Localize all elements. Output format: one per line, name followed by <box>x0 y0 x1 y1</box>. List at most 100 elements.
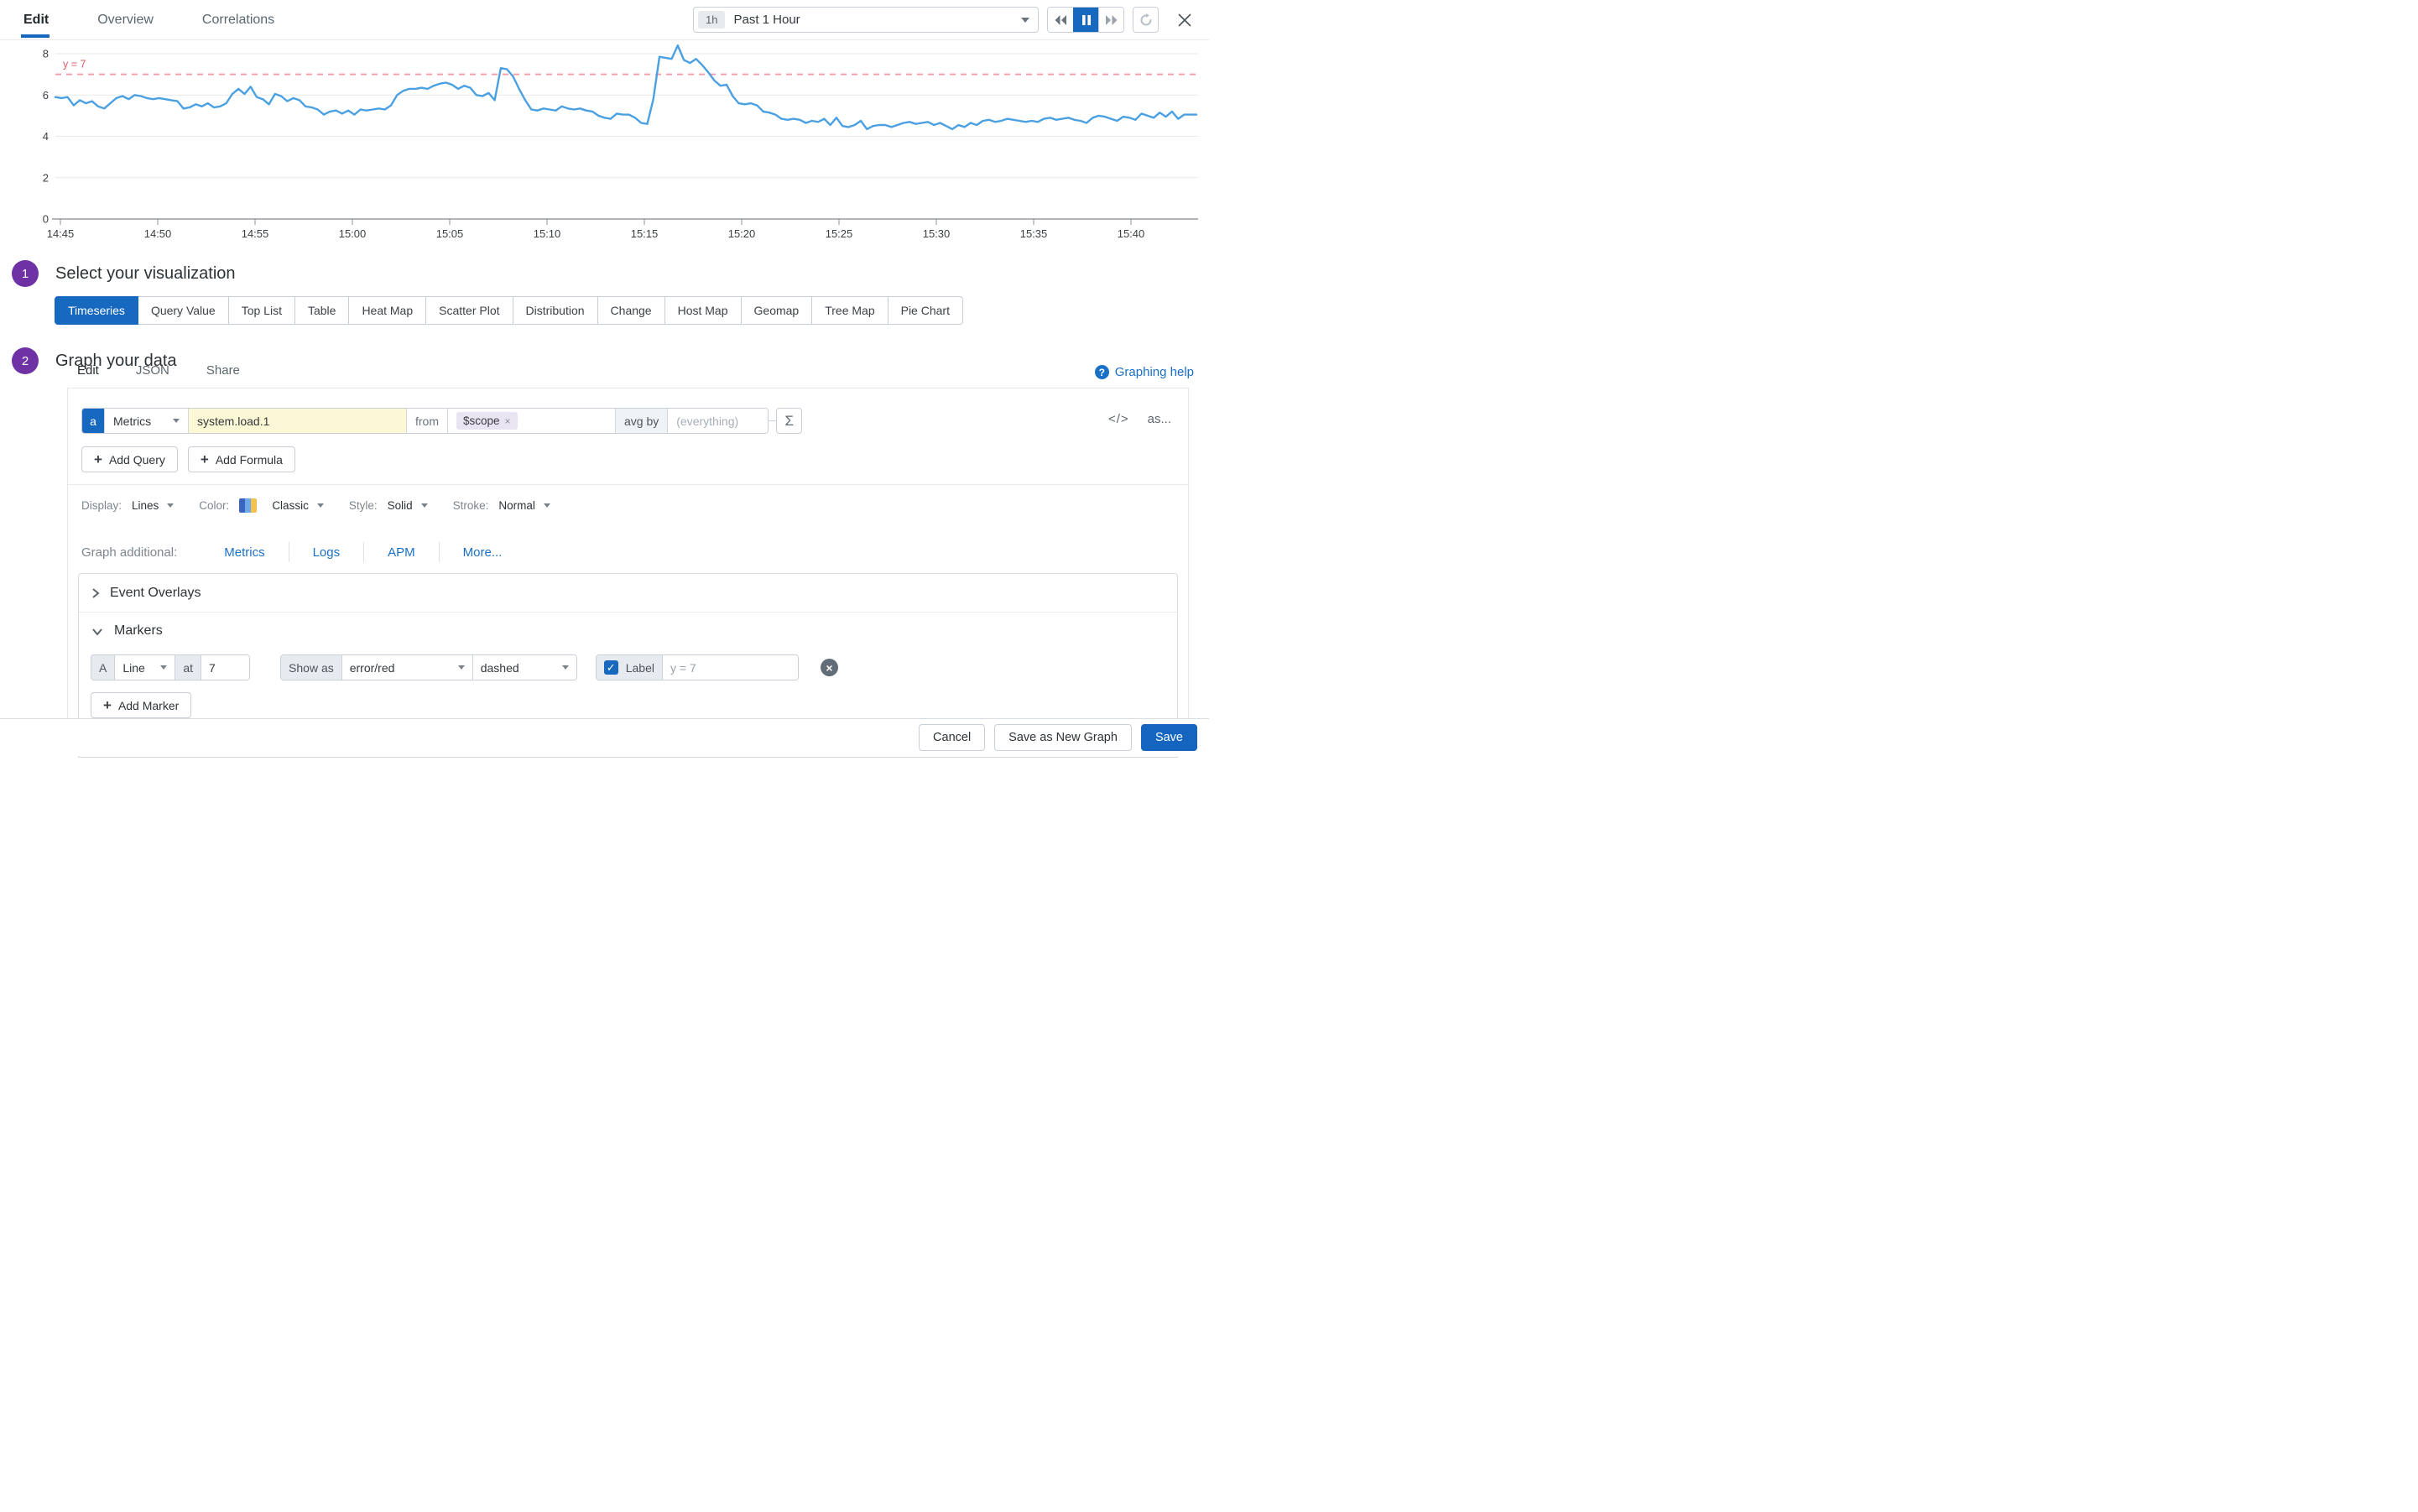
query-row: a Metrics system.load.1 from $scope × av… <box>81 408 802 434</box>
graph-additional-link-metrics[interactable]: Metrics <box>201 545 288 560</box>
markers-toggle[interactable]: Markers <box>79 613 1177 649</box>
query-source-select[interactable]: Metrics <box>104 409 188 433</box>
add-marker-label: Add Marker <box>118 699 179 712</box>
graphing-help-label: Graphing help <box>1115 365 1194 379</box>
event-overlays-toggle[interactable]: Event Overlays <box>79 574 1177 613</box>
marker-dash-select[interactable]: dashed <box>472 655 576 680</box>
editor-tab-share[interactable]: Share <box>206 363 240 381</box>
close-button[interactable] <box>1172 7 1197 33</box>
marker-severity-select[interactable]: error/red <box>341 655 472 680</box>
step1-header: 1 Select your visualization <box>12 260 236 287</box>
viz-option-table[interactable]: Table <box>295 296 349 325</box>
stroke-select[interactable]: Normal <box>498 499 550 512</box>
editor-tab-json[interactable]: JSON <box>136 363 169 381</box>
svg-text:15:20: 15:20 <box>728 227 756 240</box>
scope-chip-label: $scope <box>463 414 500 427</box>
from-label: from <box>406 409 447 433</box>
color-value: Classic <box>272 499 309 512</box>
style-label: Style: <box>349 499 378 512</box>
svg-text:15:15: 15:15 <box>631 227 659 240</box>
chevron-down-icon <box>544 503 550 508</box>
refresh-button[interactable] <box>1133 7 1159 33</box>
svg-text:8: 8 <box>43 48 49 60</box>
chevron-down-icon <box>91 627 104 636</box>
marker-label-input[interactable]: y = 7 <box>662 655 798 680</box>
color-select[interactable]: Classic <box>239 498 324 513</box>
scope-chip: $scope × <box>456 412 518 430</box>
main-tab-overview[interactable]: Overview <box>97 0 154 39</box>
svg-text:0: 0 <box>43 213 49 226</box>
graph-additional-link-more[interactable]: More... <box>440 545 526 560</box>
add-query-label: Add Query <box>109 453 165 467</box>
playback-controls <box>1047 7 1124 33</box>
pause-button[interactable] <box>1073 8 1098 32</box>
add-buttons: + Add Query + Add Formula <box>81 446 295 472</box>
time-range-selector[interactable]: 1h Past 1 Hour <box>693 7 1039 33</box>
viz-option-heat-map[interactable]: Heat Map <box>349 296 426 325</box>
step1-badge: 1 <box>12 260 39 287</box>
editor-panel: a Metrics system.load.1 from $scope × av… <box>67 388 1189 756</box>
add-formula-button[interactable]: + Add Formula <box>188 446 295 472</box>
sigma-button[interactable]: Σ <box>776 408 802 434</box>
viz-option-change[interactable]: Change <box>598 296 665 325</box>
viz-option-distribution[interactable]: Distribution <box>513 296 598 325</box>
as-button[interactable]: as... <box>1148 412 1171 426</box>
marker-type-value: Line <box>122 661 144 675</box>
graphing-help-link[interactable]: ?Graphing help <box>1095 365 1194 379</box>
remove-scope-icon[interactable]: × <box>505 415 511 427</box>
svg-text:15:10: 15:10 <box>534 227 561 240</box>
skip-back-button[interactable] <box>1048 8 1073 32</box>
viz-option-scatter-plot[interactable]: Scatter Plot <box>426 296 513 325</box>
main-tabs: Edit Overview Correlations <box>0 0 323 39</box>
viz-option-pie-chart[interactable]: Pie Chart <box>889 296 963 325</box>
code-icon[interactable]: </> <box>1108 412 1129 426</box>
group-by-input[interactable]: (everything) <box>667 409 768 433</box>
viz-option-geomap[interactable]: Geomap <box>742 296 813 325</box>
avg-by-label: avg by <box>615 409 667 433</box>
editor-tab-edit[interactable]: Edit <box>77 363 99 381</box>
svg-text:y = 7: y = 7 <box>63 59 86 70</box>
chevron-down-icon <box>160 665 167 670</box>
main-tab-correlations[interactable]: Correlations <box>202 0 274 39</box>
skip-forward-icon <box>1104 14 1119 26</box>
style-select[interactable]: Solid <box>388 499 428 512</box>
show-as-label: Show as <box>281 655 341 680</box>
marker-value-input[interactable]: 7 <box>201 655 249 680</box>
display-value: Lines <box>132 499 159 512</box>
save-button[interactable]: Save <box>1141 724 1197 751</box>
chevron-down-icon <box>167 503 174 508</box>
main-tab-edit[interactable]: Edit <box>23 0 49 39</box>
chevron-down-icon <box>173 419 180 423</box>
label-checkbox[interactable]: ✓ <box>604 660 618 675</box>
event-overlays-label: Event Overlays <box>110 586 201 601</box>
footer-bar: Cancel Save as New Graph Save <box>0 718 1209 756</box>
graph-additional-link-logs[interactable]: Logs <box>289 545 364 560</box>
marker-type-select[interactable]: Line <box>114 655 175 680</box>
graph-additional-link-apm[interactable]: APM <box>364 545 439 560</box>
save-as-new-graph-button[interactable]: Save as New Graph <box>994 724 1132 751</box>
svg-text:6: 6 <box>43 89 49 102</box>
viz-option-top-list[interactable]: Top List <box>229 296 295 325</box>
viz-option-tree-map[interactable]: Tree Map <box>812 296 888 325</box>
display-label: Display: <box>81 499 122 512</box>
cancel-button[interactable]: Cancel <box>919 724 985 751</box>
delete-marker-button[interactable]: × <box>821 659 838 676</box>
viz-option-timeseries[interactable]: Timeseries <box>55 296 138 325</box>
display-select[interactable]: Lines <box>132 499 174 512</box>
stroke-label: Stroke: <box>453 499 489 512</box>
scope-field[interactable]: $scope × <box>447 409 615 433</box>
marker-label-group: ✓ Label y = 7 <box>596 654 799 680</box>
skip-forward-button[interactable] <box>1098 8 1123 32</box>
add-query-button[interactable]: + Add Query <box>81 446 178 472</box>
divider <box>68 484 1188 485</box>
metric-input[interactable]: system.load.1 <box>188 409 406 433</box>
viz-option-host-map[interactable]: Host Map <box>665 296 742 325</box>
svg-text:15:25: 15:25 <box>826 227 853 240</box>
viz-option-query-value[interactable]: Query Value <box>138 296 229 325</box>
svg-text:15:40: 15:40 <box>1118 227 1145 240</box>
svg-text:2: 2 <box>43 171 49 184</box>
svg-text:14:55: 14:55 <box>242 227 269 240</box>
add-marker-button[interactable]: + Add Marker <box>91 692 191 718</box>
close-icon <box>1177 13 1192 28</box>
marker-severity-value: error/red <box>350 661 395 675</box>
